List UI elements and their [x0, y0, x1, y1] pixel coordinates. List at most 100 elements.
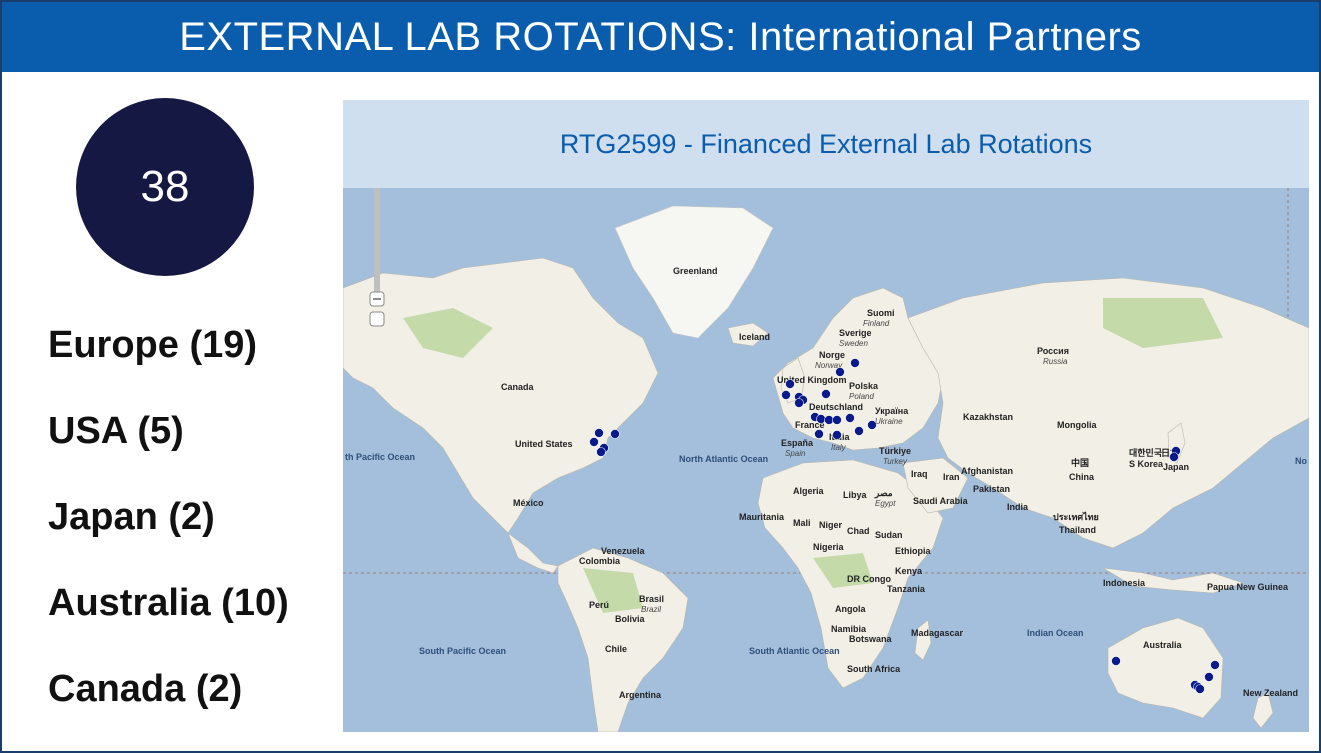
label-russia: Russia — [1043, 357, 1068, 366]
label-mexico: México — [513, 498, 544, 508]
world-map[interactable]: RTG2599 - Financed External Lab Rotation… — [343, 100, 1309, 732]
label-turkiye: Türkiye — [879, 446, 911, 456]
label-chad: Chad — [847, 526, 870, 536]
map-marker[interactable] — [850, 358, 860, 368]
map-marker[interactable] — [610, 429, 620, 439]
label-espana: España — [781, 438, 814, 448]
label-chile: Chile — [605, 644, 627, 654]
label-japan: Japan — [1163, 462, 1189, 472]
label-peru: Perú — [589, 600, 609, 610]
label-dr-congo: DR Congo — [847, 574, 891, 584]
label-indonesia: Indonesia — [1103, 578, 1146, 588]
label-libya: Libya — [843, 490, 868, 500]
label-argentina: Argentina — [619, 690, 662, 700]
label-niger: Niger — [819, 520, 843, 530]
map-marker[interactable] — [1210, 660, 1220, 670]
map-marker[interactable] — [596, 447, 606, 457]
label-venezuela: Venezuela — [601, 546, 646, 556]
label-thailand: Thailand — [1059, 525, 1096, 535]
label-iraq: Iraq — [911, 469, 928, 479]
label-saudi-arabia: Saudi Arabia — [913, 496, 969, 506]
map-marker[interactable] — [1111, 656, 1121, 666]
map-marker[interactable] — [1195, 684, 1205, 694]
map-marker[interactable] — [824, 415, 834, 425]
map-marker[interactable] — [854, 426, 864, 436]
label-mali: Mali — [793, 518, 811, 528]
map-marker[interactable] — [845, 413, 855, 423]
label-iceland: Iceland — [739, 332, 770, 342]
label-new-zealand: New Zealand — [1243, 688, 1298, 698]
label-iran: Iran — [943, 472, 960, 482]
label-south-africa: South Africa — [847, 664, 901, 674]
map-marker[interactable] — [832, 430, 842, 440]
label-italy: Italy — [831, 443, 847, 452]
label-china: China — [1069, 472, 1095, 482]
label-poland: Poland — [849, 392, 874, 401]
map-marker[interactable] — [835, 367, 845, 377]
map-marker[interactable] — [816, 414, 826, 424]
label-china-zh: 中国 — [1071, 457, 1089, 468]
label-colombia: Colombia — [579, 556, 621, 566]
page-title: EXTERNAL LAB ROTATIONS: International Pa… — [2, 2, 1319, 72]
label-spain: Spain — [785, 449, 806, 458]
label-sudan: Sudan — [875, 530, 903, 540]
label-thailand-th: ประเทศไทย — [1053, 511, 1099, 522]
label-nigeria: Nigeria — [813, 542, 845, 552]
label-angola: Angola — [835, 604, 866, 614]
label-algeria: Algeria — [793, 486, 825, 496]
label-brazil: Brazil — [641, 605, 661, 614]
label-north-atlantic-ocean: North Atlantic Ocean — [679, 454, 768, 464]
map-marker[interactable] — [794, 398, 804, 408]
label-australia: Australia — [1143, 640, 1183, 650]
map-marker[interactable] — [589, 437, 599, 447]
label-namibia: Namibia — [831, 624, 867, 634]
map-marker[interactable] — [832, 415, 842, 425]
label-ukraine: Ukraine — [875, 417, 903, 426]
label-ukraina: Україна — [875, 406, 909, 416]
map-marker[interactable] — [594, 428, 604, 438]
label-kenya: Kenya — [895, 566, 923, 576]
label-suomi: Suomi — [867, 308, 895, 318]
label-india: India — [1007, 502, 1029, 512]
map-canvas[interactable]: Greenland Iceland Canada United States M… — [343, 188, 1309, 732]
label-united-states: United States — [515, 439, 573, 449]
map-marker[interactable] — [821, 389, 831, 399]
label-indian-ocean: Indian Ocean — [1027, 628, 1084, 638]
label-rossiya: Россия — [1037, 346, 1069, 356]
region-europe: Europe (19) — [48, 324, 258, 366]
label-botswana: Botswana — [849, 634, 893, 644]
label-norge: Norge — [819, 350, 845, 360]
label-polska: Polska — [849, 381, 879, 391]
region-canada: Canada (2) — [48, 668, 243, 710]
label-sweden: Sweden — [839, 339, 868, 348]
label-south-pacific-ocean: South Pacific Ocean — [419, 646, 506, 656]
region-usa: USA (5) — [48, 410, 184, 452]
label-afghanistan: Afghanistan — [961, 466, 1013, 476]
label-ethiopia: Ethiopia — [895, 546, 931, 556]
total-count-badge: 38 — [76, 98, 254, 276]
label-papua: Papua New Guinea — [1207, 582, 1289, 592]
label-finland: Finland — [863, 319, 890, 328]
label-kazakhstan: Kazakhstan — [963, 412, 1013, 422]
map-marker[interactable] — [867, 420, 877, 430]
slide-frame: EXTERNAL LAB ROTATIONS: International Pa… — [0, 0, 1321, 753]
label-egypt: Egypt — [875, 499, 896, 508]
map-marker[interactable] — [1204, 672, 1214, 682]
region-japan: Japan (2) — [48, 496, 215, 538]
label-canada: Canada — [501, 382, 535, 392]
label-s-korea: S Korea — [1129, 459, 1164, 469]
region-australia: Australia (10) — [48, 582, 289, 624]
label-greenland: Greenland — [673, 266, 718, 276]
label-south-atlantic-ocean: South Atlantic Ocean — [749, 646, 840, 656]
map-marker[interactable] — [785, 379, 795, 389]
label-mauritania: Mauritania — [739, 512, 785, 522]
label-tanzania: Tanzania — [887, 584, 926, 594]
label-turkey: Turkey — [883, 457, 908, 466]
map-marker[interactable] — [1169, 452, 1179, 462]
label-pakistan: Pakistan — [973, 484, 1010, 494]
label-north-pacific-ocean: th Pacific Ocean — [345, 452, 415, 462]
map-marker[interactable] — [814, 429, 824, 439]
zoom-slider-handle[interactable] — [369, 311, 385, 327]
label-sverige: Sverige — [839, 328, 872, 338]
map-marker[interactable] — [781, 390, 791, 400]
